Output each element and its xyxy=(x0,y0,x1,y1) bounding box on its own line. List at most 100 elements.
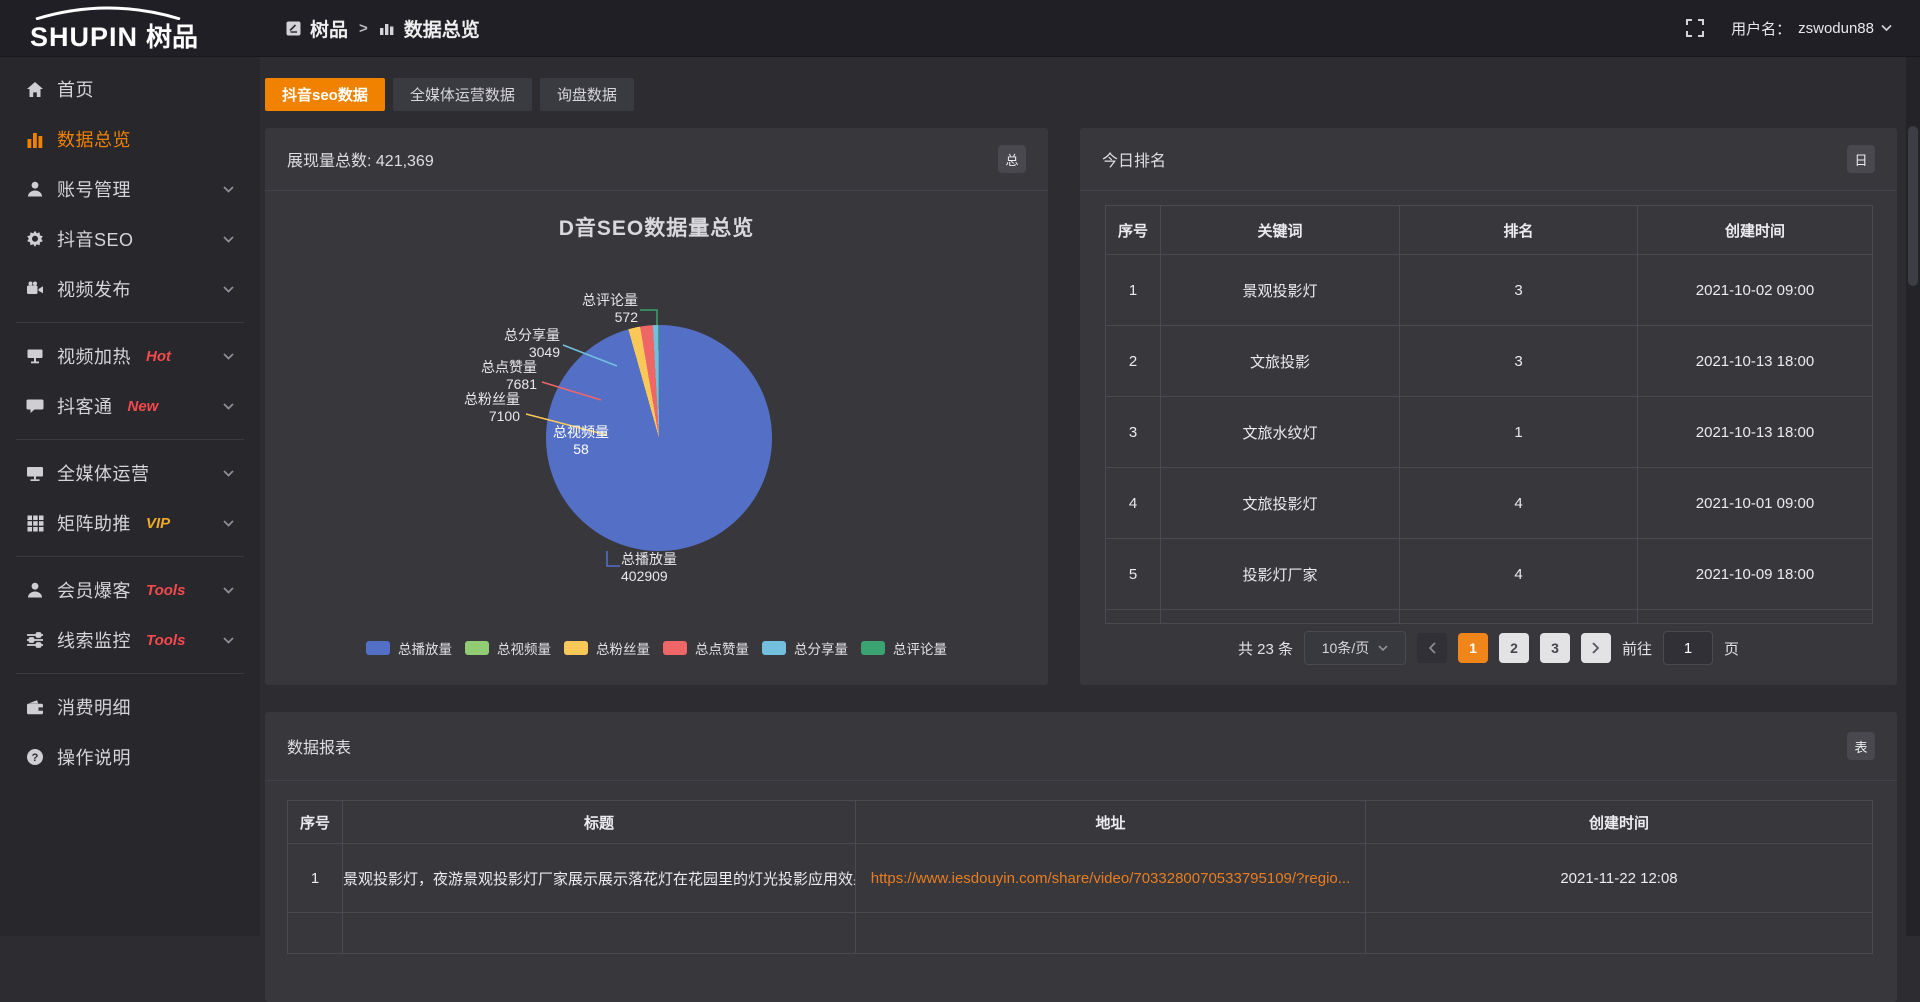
tools-tag: Tools xyxy=(146,582,185,599)
day-badge-button[interactable]: 日 xyxy=(1847,145,1875,173)
page-button-3[interactable]: 3 xyxy=(1540,633,1570,663)
hot-tag: Hot xyxy=(146,348,171,365)
video-camera-icon xyxy=(26,281,44,297)
table-row: 3文旅水纹灯 12021-10-13 18:00 xyxy=(1106,397,1873,468)
table-row: 1 景观投影灯，夜游景观投影灯厂家展示展示落花灯在花园里的灯光投影应用效果 # … xyxy=(288,844,1873,913)
legend-swatch xyxy=(366,641,390,655)
table-badge-button[interactable]: 表 xyxy=(1847,732,1875,760)
chevron-down-icon xyxy=(1378,645,1388,652)
page-size-select[interactable]: 10条/页 xyxy=(1304,631,1406,665)
chevron-down-icon xyxy=(223,470,234,477)
monitor-icon xyxy=(26,465,44,482)
app-logo: SHUPIN 树品 xyxy=(0,3,260,54)
sidebar-item-matrix-boost[interactable]: 矩阵助推 VIP xyxy=(0,498,260,548)
sidebar-item-member-burst[interactable]: 会员爆客 Tools xyxy=(0,565,260,615)
scrollbar-track[interactable] xyxy=(1906,56,1920,936)
report-table: 序号 标题 地址 创建时间 1 景观投影灯，夜游景观投影灯厂家展示展示落花灯在花… xyxy=(287,800,1873,954)
table-header-row: 序号 关键词 排名 创建时间 xyxy=(1106,206,1873,255)
chevron-right-icon xyxy=(1592,642,1600,654)
next-page-button[interactable] xyxy=(1581,633,1611,663)
app-square-icon xyxy=(286,21,301,36)
gear-icon xyxy=(26,230,44,248)
sidebar-item-data-overview[interactable]: 数据总览 xyxy=(0,114,260,164)
sidebar-item-instructions[interactable]: ? 操作说明 xyxy=(0,732,260,782)
fullscreen-icon[interactable] xyxy=(1685,18,1705,38)
legend-item[interactable]: 总点赞量 xyxy=(663,638,749,658)
chevron-left-icon xyxy=(1428,642,1436,654)
user-icon xyxy=(26,581,44,599)
table-row-partial xyxy=(288,913,1873,954)
wallet-icon xyxy=(26,699,44,715)
chevron-down-icon xyxy=(223,637,234,644)
sidebar-item-spend-details[interactable]: 消费明细 xyxy=(0,682,260,732)
legend-swatch xyxy=(861,641,885,655)
chevron-down-icon xyxy=(223,236,234,243)
home-icon xyxy=(26,81,44,98)
video-link[interactable]: https://www.iesdouyin.com/share/video/70… xyxy=(871,870,1351,887)
legend-item[interactable]: 总播放量 xyxy=(366,638,452,658)
legend-item[interactable]: 总分享量 xyxy=(762,638,848,658)
report-title: 数据报表 xyxy=(287,734,351,758)
tab-media-operation-data[interactable]: 全媒体运营数据 xyxy=(393,78,532,111)
ranking-title: 今日排名 xyxy=(1102,147,1166,171)
pie-label-comments: 总评论量572 xyxy=(582,292,638,326)
vip-tag: VIP xyxy=(146,515,170,532)
sidebar-item-video-publish[interactable]: 视频发布 xyxy=(0,264,260,314)
report-panel: 数据报表 表 序号 标题 地址 创建时间 1 景观投影灯，夜游景观投影灯厂家展示… xyxy=(265,712,1897,1002)
sidebar-divider xyxy=(16,673,244,674)
user-menu[interactable]: 用户名：zswodun88 xyxy=(1731,18,1892,39)
legend-item[interactable]: 总粉丝量 xyxy=(564,638,650,658)
chevron-down-icon xyxy=(1881,24,1892,32)
pie-label-likes: 总点赞量7681 xyxy=(481,359,537,393)
tab-inquiry-data[interactable]: 询盘数据 xyxy=(540,78,634,111)
impressions-panel: 展现量总数: 421,369 总 D音SEO数据量总览 总评论量572 总分享量… xyxy=(265,128,1048,685)
ranking-panel: 今日排名 日 序号 关键词 排名 创建时间 1景观投影灯 32021-10-02… xyxy=(1080,128,1897,685)
total-badge-button[interactable]: 总 xyxy=(998,145,1026,173)
grid-icon xyxy=(26,515,44,532)
sidebar-item-accounts[interactable]: 账号管理 xyxy=(0,164,260,214)
top-bar: SHUPIN 树品 树品 > 数据总览 用户名：zswodun88 xyxy=(0,0,1920,57)
page-button-1[interactable]: 1 xyxy=(1458,633,1488,663)
goto-page-input[interactable] xyxy=(1663,631,1713,665)
bar-chart-icon xyxy=(379,21,395,35)
pie-chart-title: D音SEO数据量总览 xyxy=(265,212,1048,242)
breadcrumb-root[interactable]: 树品 xyxy=(310,15,348,42)
sidebar-item-douyin-seo[interactable]: 抖音SEO xyxy=(0,214,260,264)
tab-douyin-seo-data[interactable]: 抖音seo数据 xyxy=(265,78,385,111)
chat-bubble-icon xyxy=(26,398,44,415)
chevron-down-icon xyxy=(223,186,234,193)
pie-label-shares: 总分享量3049 xyxy=(504,327,560,361)
pagination-total: 共 23 条 xyxy=(1238,638,1293,659)
scrollbar-thumb[interactable] xyxy=(1908,126,1918,286)
sidebar: 首页 数据总览 账号管理 抖音SEO xyxy=(0,56,260,936)
pagination: 共 23 条 10条/页 1 2 3 前往 页 xyxy=(1080,631,1897,665)
chevron-down-icon xyxy=(223,286,234,293)
sidebar-item-doukctong[interactable]: 抖客通 New xyxy=(0,381,260,431)
chevron-down-icon xyxy=(223,403,234,410)
page-button-2[interactable]: 2 xyxy=(1499,633,1529,663)
chevron-down-icon xyxy=(223,520,234,527)
logo-arc xyxy=(32,6,184,20)
pie-label-fans: 总粉丝量7100 xyxy=(464,391,520,425)
data-tabs: 抖音seo数据 全媒体运营数据 询盘数据 xyxy=(265,78,634,111)
legend-item[interactable]: 总评论量 xyxy=(861,638,947,658)
legend-item[interactable]: 总视频量 xyxy=(465,638,551,658)
pie-legend: 总播放量 总视频量 总粉丝量 总点赞量 总分享量 总评论量 xyxy=(265,638,1048,658)
legend-swatch xyxy=(663,641,687,655)
question-circle-icon: ? xyxy=(26,748,44,766)
sidebar-item-media-operation[interactable]: 全媒体运营 xyxy=(0,448,260,498)
sidebar-item-lead-monitor[interactable]: 线索监控 Tools xyxy=(0,615,260,665)
table-row: 1景观投影灯 32021-10-02 09:00 xyxy=(1106,255,1873,326)
prev-page-button[interactable] xyxy=(1417,633,1447,663)
username-value: zswodun88 xyxy=(1798,20,1874,37)
user-icon xyxy=(26,180,44,198)
new-tag: New xyxy=(128,398,159,415)
legend-swatch xyxy=(564,641,588,655)
breadcrumb-separator: > xyxy=(359,20,368,37)
breadcrumb: 树品 > 数据总览 xyxy=(286,15,480,42)
sidebar-item-video-heat[interactable]: 视频加热 Hot xyxy=(0,331,260,381)
logo-text-en: SHUPIN xyxy=(30,22,138,53)
sidebar-item-home[interactable]: 首页 xyxy=(0,64,260,114)
sliders-icon xyxy=(26,632,44,648)
goto-suffix: 页 xyxy=(1724,638,1739,659)
